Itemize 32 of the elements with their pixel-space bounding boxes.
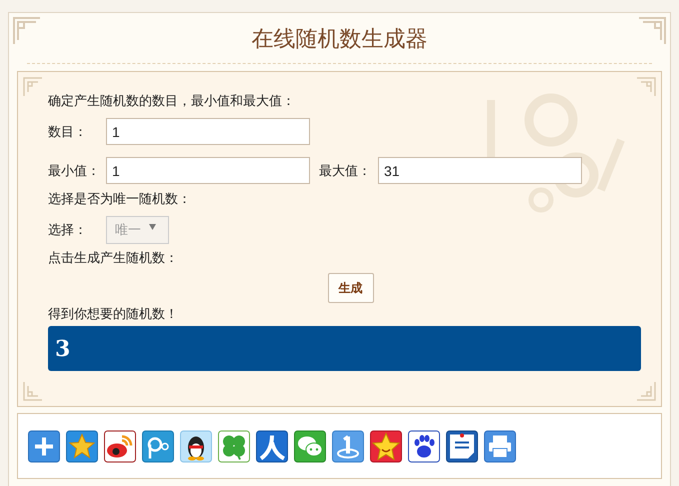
printer-icon[interactable] [484, 430, 516, 462]
corner-ornament [635, 76, 657, 98]
plus-icon[interactable] [28, 430, 60, 462]
corner-ornament [22, 380, 44, 402]
corner-ornament [22, 76, 44, 98]
note-icon[interactable] [446, 430, 478, 462]
result-label: 得到你想要的随机数！ [48, 306, 179, 324]
generate-button[interactable]: 生成 [328, 273, 374, 303]
field-label: 最大值： [319, 162, 372, 180]
smiling-star-icon[interactable] [370, 430, 402, 462]
field-label: 选择： [48, 222, 88, 238]
eye-icon[interactable] [104, 430, 136, 462]
chat-icon[interactable] [294, 430, 326, 462]
person-icon[interactable] [256, 430, 288, 462]
clover-icon[interactable] [218, 430, 250, 462]
corner-ornament [637, 16, 667, 46]
result-display: 3 [48, 326, 641, 371]
paw-icon[interactable] [408, 430, 440, 462]
field-label: 数目： [48, 124, 88, 140]
unique-prompt: 选择是否为唯一随机数： [48, 191, 192, 209]
field-label: 最小值： [48, 162, 101, 180]
corner-ornament [12, 16, 42, 46]
generate-prompt: 点击生成产生随机数： [48, 250, 179, 268]
ring-icon[interactable] [332, 430, 364, 462]
dropdown-icon [149, 224, 156, 230]
count-field[interactable]: 1 [106, 118, 310, 145]
page-title: 在线随机数生成器 [27, 13, 652, 64]
instructions: 确定产生随机数的数目，最小值和最大值： [48, 93, 296, 111]
max-field[interactable]: 31 [378, 157, 582, 184]
corner-ornament [635, 380, 657, 402]
penguin-icon[interactable] [180, 430, 212, 462]
min-field[interactable]: 1 [106, 157, 310, 184]
